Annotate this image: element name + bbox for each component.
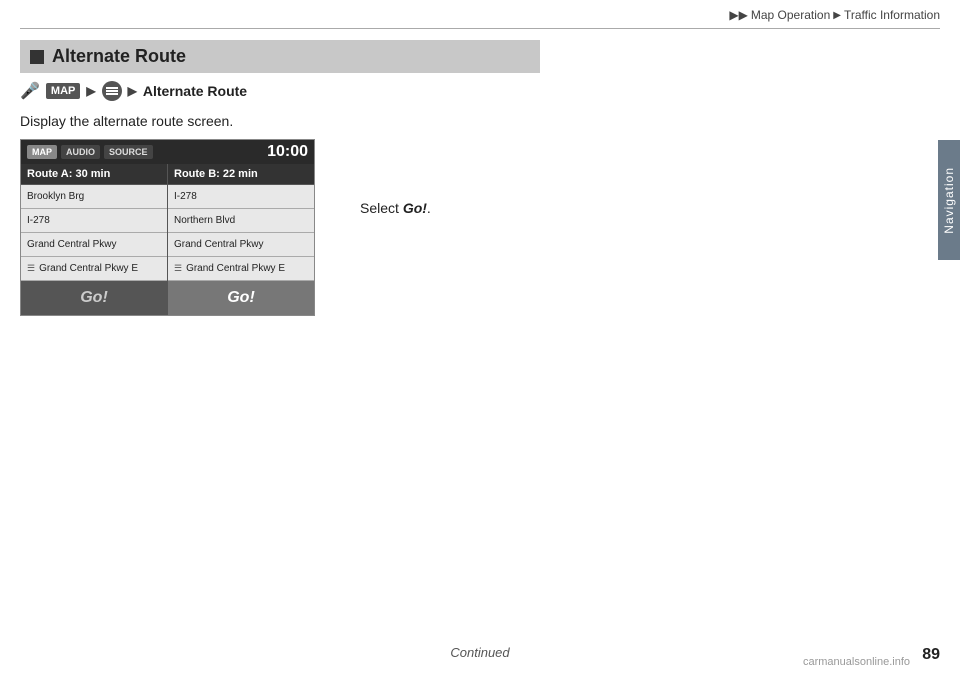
route-a-column: Route A: 30 min Brooklyn Brg I-278 Grand… [21, 164, 168, 315]
tab-map[interactable]: MAP [27, 145, 57, 159]
arrow-icon-2: ▶ [128, 84, 137, 98]
section-title: Alternate Route [52, 46, 186, 67]
route-a-item-4: ☰ Grand Central Pkwy E [21, 257, 167, 281]
instruction-row: 🎤 MAP ▶ ▶ Alternate Route [20, 81, 930, 101]
screen-time: 10:00 [267, 143, 308, 161]
main-content: Alternate Route 🎤 MAP ▶ ▶ Alternate Rout… [20, 40, 930, 316]
breadcrumb-arrows: ▶▶ [729, 8, 747, 22]
route-a-item-2: I-278 [21, 209, 167, 233]
route-b-header: Route B: 22 min [168, 164, 314, 185]
go-label: Go! [403, 200, 427, 216]
route-a-item-4-text: Grand Central Pkwy E [39, 263, 138, 274]
go-a-button[interactable]: Go! [21, 281, 167, 315]
route-b-item-2: Northern Blvd [168, 209, 314, 233]
route-a-item-2-text: I-278 [27, 215, 50, 226]
route-b-item-1: I-278 [168, 185, 314, 209]
route-b-item-1-text: I-278 [174, 191, 197, 202]
instruction-route-label: Alternate Route [143, 83, 247, 99]
breadcrumb-part1: Map Operation [751, 8, 830, 22]
breadcrumb: ▶▶ Map Operation ▶ Traffic Information [729, 8, 940, 22]
mic-icon: 🎤 [20, 81, 40, 101]
routes-container: Route A: 30 min Brooklyn Brg I-278 Grand… [21, 164, 314, 315]
page-number: 89 [922, 646, 940, 664]
select-label: Select [360, 200, 403, 216]
route-a-item-3-text: Grand Central Pkwy [27, 239, 116, 250]
route-b-item-4-icon: ☰ [174, 263, 182, 274]
screen-topbar: MAP AUDIO SOURCE 10:00 [21, 140, 314, 164]
breadcrumb-part2: Traffic Information [844, 8, 940, 22]
select-go-text: Select Go!. [360, 200, 431, 216]
tab-audio[interactable]: AUDIO [61, 145, 100, 159]
heading-square-icon [30, 50, 44, 64]
route-a-item-4-icon: ☰ [27, 263, 35, 274]
map-badge: MAP [46, 83, 80, 99]
continued-label: Continued [450, 645, 509, 660]
tab-source[interactable]: SOURCE [104, 145, 153, 159]
route-a-item-1-text: Brooklyn Brg [27, 191, 84, 202]
breadcrumb-arrow2: ▶ [833, 10, 841, 21]
arrow-icon-1: ▶ [86, 84, 95, 98]
route-a-item-1: Brooklyn Brg [21, 185, 167, 209]
route-b-item-3-text: Grand Central Pkwy [174, 239, 263, 250]
menu-icon-lines [106, 90, 118, 92]
menu-icon [102, 81, 122, 101]
section-heading-bar: Alternate Route [20, 40, 540, 73]
body-text: Display the alternate route screen. [20, 113, 930, 129]
route-b-item-2-text: Northern Blvd [174, 215, 235, 226]
route-a-header: Route A: 30 min [21, 164, 167, 185]
nav-screen: MAP AUDIO SOURCE 10:00 Route A: 30 min B… [20, 139, 315, 316]
watermark: carmanualsonline.info [803, 656, 910, 668]
navigation-tab: Navigation [938, 140, 960, 260]
go-b-button[interactable]: Go! [168, 281, 314, 315]
navigation-tab-label: Navigation [942, 167, 956, 234]
route-b-item-4: ☰ Grand Central Pkwy E [168, 257, 314, 281]
route-b-item-3: Grand Central Pkwy [168, 233, 314, 257]
select-period: . [427, 200, 431, 216]
route-b-column: Route B: 22 min I-278 Northern Blvd Gran… [168, 164, 314, 315]
route-b-item-4-text: Grand Central Pkwy E [186, 263, 285, 274]
top-divider [20, 28, 940, 29]
route-a-item-3: Grand Central Pkwy [21, 233, 167, 257]
